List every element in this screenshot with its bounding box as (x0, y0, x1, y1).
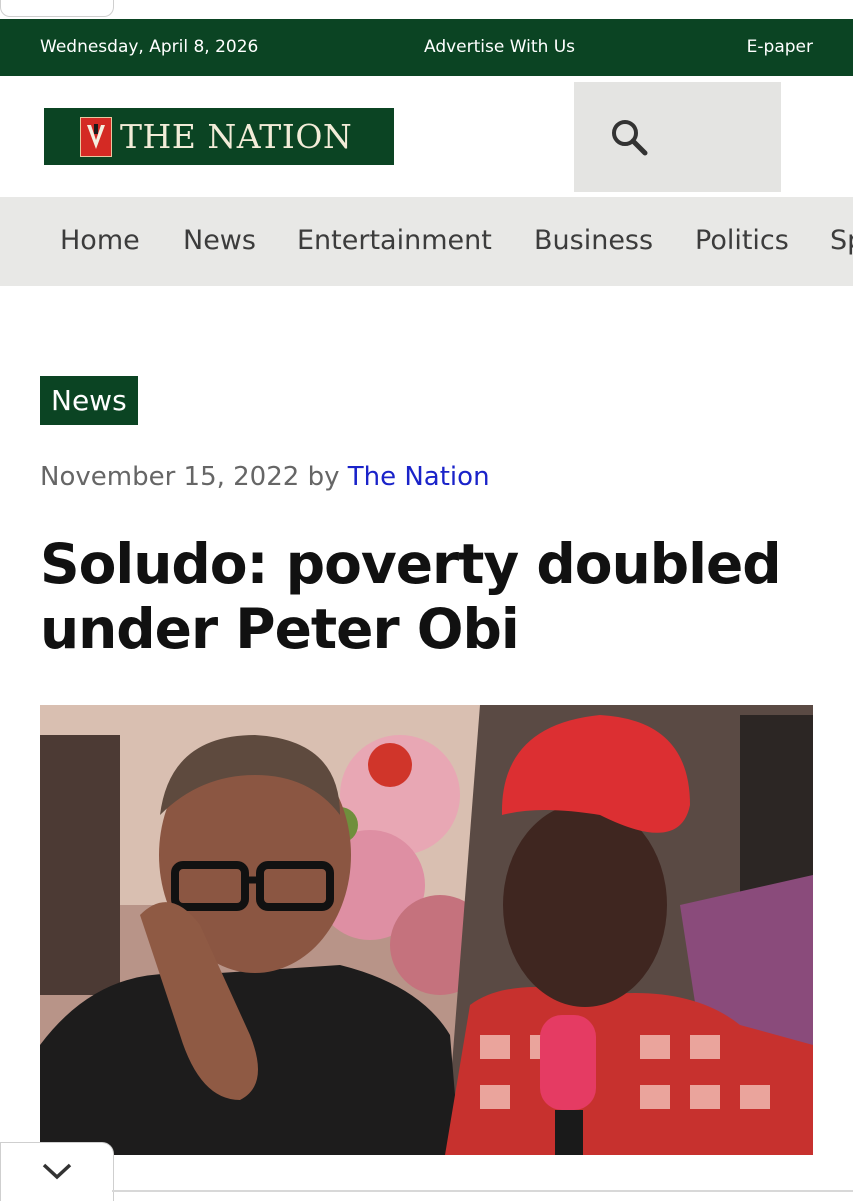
top-bar: Wednesday, April 8, 2026 Advertise With … (0, 19, 853, 76)
epaper-link[interactable]: E-paper (747, 37, 813, 57)
nav-item-entertainment[interactable]: Entertainment (297, 225, 492, 256)
nav-item-politics[interactable]: Politics (695, 225, 789, 256)
logo-text: THE NATION (120, 117, 353, 156)
article-photo (40, 705, 813, 1155)
search-button[interactable] (574, 82, 781, 192)
top-scroll-tab[interactable] (0, 0, 114, 17)
nav-item-news[interactable]: News (183, 225, 256, 256)
bottom-divider (112, 1190, 853, 1192)
article-meta: November 15, 2022 by The Nation (40, 462, 490, 492)
article-headline: Soludo: poverty doubled under Peter Obi (40, 532, 830, 662)
author-link[interactable]: The Nation (348, 462, 490, 492)
current-date: Wednesday, April 8, 2026 (40, 37, 259, 57)
publish-date: November 15, 2022 (40, 462, 300, 492)
logo-emblem-icon (80, 116, 112, 157)
site-logo[interactable]: THE NATION (44, 108, 394, 165)
category-badge[interactable]: News (40, 376, 138, 425)
nav-item-sports[interactable]: Sp (830, 225, 853, 256)
search-icon (612, 120, 648, 156)
headline-line-2: under Peter Obi (40, 597, 520, 661)
main-navigation: Home News Entertainment Business Politic… (0, 197, 853, 286)
nav-item-home[interactable]: Home (60, 225, 140, 256)
chevron-down-icon (42, 1163, 72, 1180)
by-label: by (307, 462, 340, 492)
advertise-link[interactable]: Advertise With Us (424, 37, 575, 57)
headline-line-1: Soludo: poverty doubled (40, 532, 782, 596)
scroll-down-button[interactable] (0, 1142, 114, 1201)
nav-item-business[interactable]: Business (534, 225, 653, 256)
